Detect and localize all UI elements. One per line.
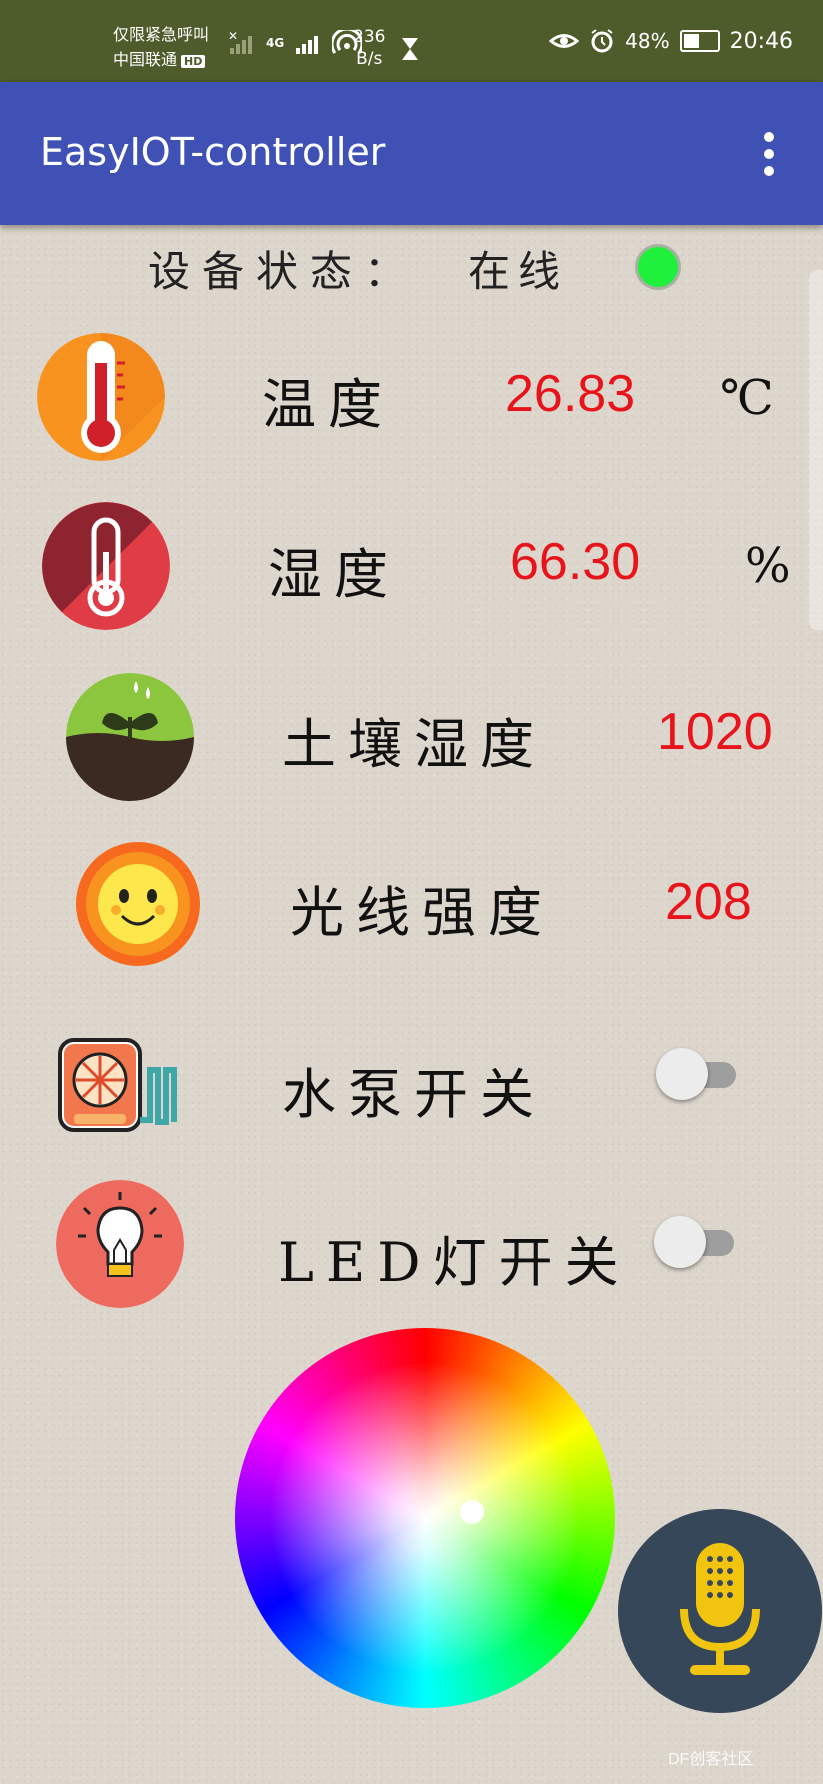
- battery-icon: [679, 30, 720, 52]
- signal-icon: [296, 36, 319, 54]
- temperature-unit: ℃: [720, 370, 774, 426]
- sun-face-icon: [74, 840, 202, 968]
- app-title: EasyIOT-controller: [40, 130, 386, 174]
- water-pump-label: 水泵开关: [282, 1063, 546, 1126]
- alarm-icon: [591, 29, 613, 53]
- network-icons: ✕ 4G: [228, 30, 363, 56]
- humidity-unit: %: [745, 538, 791, 594]
- scroll-edge: [809, 270, 823, 630]
- online-indicator: [635, 244, 681, 290]
- microphone-icon: [680, 1543, 760, 1675]
- svg-text:✕: ✕: [228, 30, 238, 43]
- led-switch[interactable]: [654, 1216, 736, 1268]
- device-status-value: 在线: [468, 247, 569, 296]
- water-pump-switch[interactable]: [656, 1048, 738, 1100]
- status-bar: 仅限紧急呼叫 中国联通 HD ✕ 4G 236 B/s 48% 20:46: [0, 0, 823, 82]
- temperature-label: 温度: [262, 373, 394, 436]
- light-intensity-label: 光线强度: [290, 881, 554, 944]
- temperature-value: 26.83: [505, 365, 636, 423]
- network-type: 4G: [266, 36, 285, 50]
- light-bulb-icon: [56, 1180, 184, 1308]
- color-wheel[interactable]: [235, 1328, 615, 1708]
- net-speed-value: 236: [353, 27, 386, 47]
- led-switch-label: LED灯开关: [278, 1231, 631, 1294]
- net-speed-unit: B/s: [356, 49, 383, 69]
- app-bar: EasyIOT-controller: [0, 82, 823, 225]
- battery-percent: 48%: [625, 29, 670, 53]
- clock: 20:46: [729, 28, 793, 54]
- humidity-value: 66.30: [510, 533, 641, 591]
- carrier-line-2: 中国联通: [113, 50, 178, 69]
- hd-badge: HD: [181, 55, 206, 68]
- thermometer-red-icon: [42, 502, 170, 630]
- watermark: DF创客社区: [668, 1751, 754, 1768]
- water-pump-icon: [54, 1030, 186, 1142]
- light-intensity-value: 208: [665, 873, 752, 931]
- device-status-label: 设备状态：: [148, 247, 419, 296]
- color-wheel-knob[interactable]: [460, 1500, 484, 1524]
- hourglass-icon: [402, 38, 418, 60]
- eye-comfort-icon: [549, 34, 580, 48]
- carrier-line-1: 仅限紧急呼叫: [113, 25, 210, 44]
- soil-moisture-label: 土壤湿度: [282, 713, 546, 776]
- more-vert-icon[interactable]: [763, 132, 775, 176]
- status-right: 48% 20:46: [549, 28, 793, 54]
- soil-plant-icon: [66, 673, 194, 801]
- voice-button[interactable]: [618, 1509, 822, 1713]
- soil-moisture-value: 1020: [657, 703, 773, 761]
- carrier-info: 仅限紧急呼叫 中国联通 HD: [113, 22, 209, 74]
- thermometer-orange-icon: [37, 333, 165, 461]
- no-signal-icon: ✕: [228, 30, 252, 54]
- network-speed: 236 B/s: [353, 26, 385, 70]
- humidity-label: 湿度: [268, 543, 400, 606]
